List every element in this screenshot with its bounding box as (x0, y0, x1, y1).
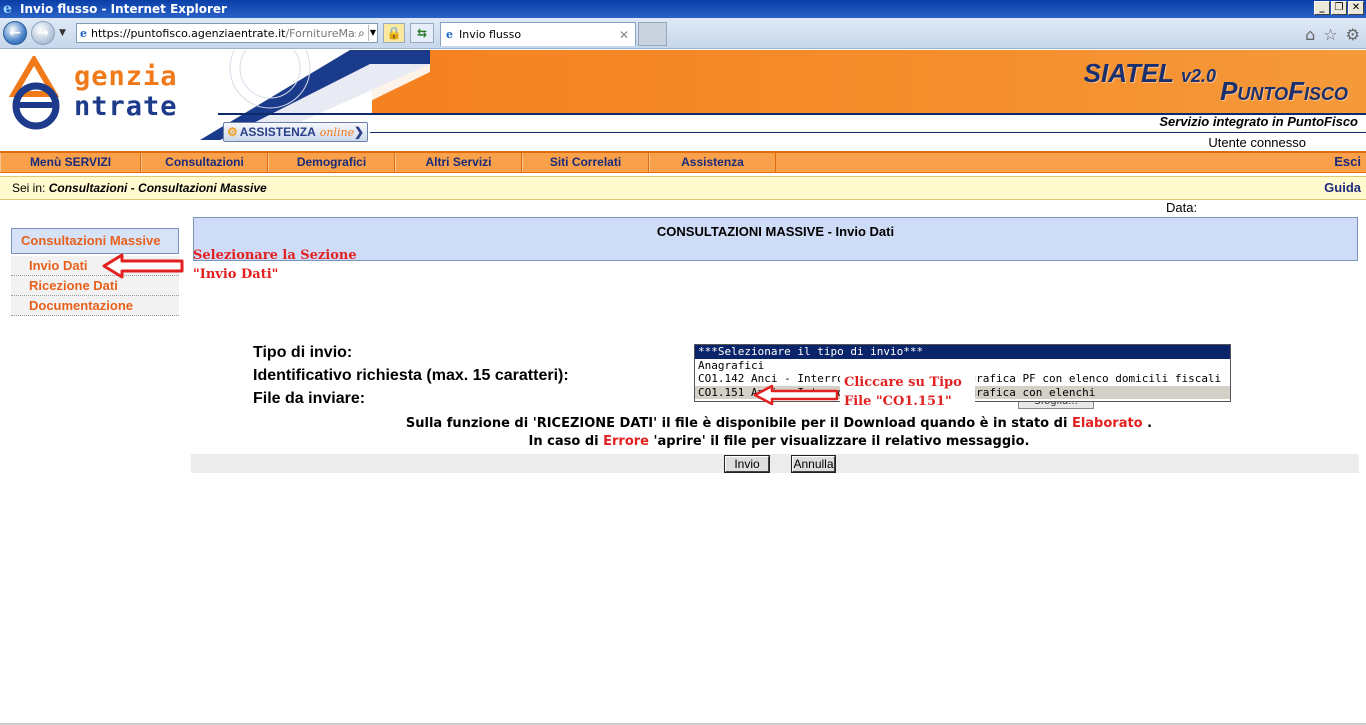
menu-item-siti-correlati[interactable]: Siti Correlati (522, 153, 649, 172)
url-host: puntofisco.agenziaentrate.it (130, 26, 286, 40)
note2-end: 'aprire' il file per visualizzare il rel… (653, 434, 1030, 449)
invio-button[interactable]: Invio (724, 455, 770, 473)
assistenza-online-label: online (319, 125, 355, 139)
annotation-arrow-left-icon (753, 384, 839, 406)
agenzia-entrate-logo[interactable]: genzia ntrate (0, 50, 230, 149)
browser-tab[interactable]: e Invio flusso ✕ (440, 22, 636, 46)
browser-toolbar: ← → ▼ e https:// puntofisco.agenziaentra… (0, 18, 1366, 49)
main-menu: Menù SERVIZI Consultazioni Demografici A… (0, 151, 1366, 173)
assistenza-online-button[interactable]: ⚙ ASSISTENZA online ❯ (223, 122, 368, 142)
window-controls: _ ❐ ✕ (1314, 1, 1364, 15)
note1-end: . (1147, 416, 1153, 431)
sidebar-title[interactable]: Consultazioni Massive (11, 228, 179, 254)
address-dropdown-icon[interactable]: ▼ (367, 25, 377, 41)
favorites-star-icon[interactable]: ☆ (1323, 25, 1337, 44)
annotation-section-line1: Selezionare la Sezione (193, 248, 357, 263)
sidebar-item-documentazione[interactable]: Documentazione (11, 296, 179, 316)
note1-text: Sulla funzione di 'RICEZIONE DATI' il fi… (405, 416, 1068, 431)
search-icon[interactable]: ⌕ (358, 26, 365, 41)
note2-status: Errore (603, 434, 650, 449)
site-header: genzia ntrate SIATEL v2.0 PuntoFisco Ser… (0, 50, 1366, 150)
window-title: Invio flusso - Internet Explorer (20, 2, 227, 16)
ie-logo-icon: e (3, 1, 12, 17)
menu-item-servizi[interactable]: Menù SERVIZI (0, 153, 141, 172)
refresh-button[interactable]: ⇆ (410, 23, 434, 43)
product-subtitle: PuntoFisco (1220, 76, 1348, 106)
page-favicon-icon: e (80, 26, 87, 40)
breadcrumb-path: Consultazioni - Consultazioni Massive (48, 181, 267, 195)
chevron-right-icon: ❯ (353, 125, 364, 139)
url-scheme: https:// (91, 26, 131, 40)
product-version: v2.0 (1180, 66, 1216, 86)
help-link[interactable]: Guida (1324, 177, 1361, 199)
logo-text-line1: genzia (74, 61, 178, 92)
annulla-button[interactable]: Annulla (791, 455, 836, 473)
form-actions (191, 454, 1359, 473)
window-titlebar: e Invio flusso - Internet Explorer _ ❐ ✕ (0, 0, 1366, 18)
browser-tools: ⌂ ☆ ⚙ (1305, 25, 1360, 44)
menu-item-demografici[interactable]: Demografici (268, 153, 395, 172)
service-tagline: Servizio integrato in PuntoFisco (1159, 114, 1358, 129)
breadcrumb-prefix: Sei in: (12, 181, 46, 195)
error-note: In caso di Errore 'aprire' il file per v… (0, 434, 1366, 449)
assistenza-label: ASSISTENZA (239, 125, 316, 139)
new-tab-button[interactable] (638, 22, 667, 46)
tipo-invio-label: Tipo di invio: (253, 344, 353, 361)
dropdown-option[interactable]: Anagrafici (695, 359, 1230, 373)
product-title: SIATEL (1083, 58, 1174, 88)
header-divider-2 (370, 132, 1366, 133)
menu-item-consultazioni[interactable]: Consultazioni (141, 153, 268, 172)
annotation-tipo-line2: File "CO1.151" (844, 394, 952, 409)
menu-item-altri-servizi[interactable]: Altri Servizi (395, 153, 522, 172)
forward-button[interactable]: → (31, 21, 55, 45)
date-label: Data: (1166, 200, 1198, 215)
tab-favicon-icon: e (446, 28, 453, 41)
connected-user-label: Utente connesso (1208, 135, 1306, 150)
restore-button[interactable]: ❐ (1331, 1, 1347, 15)
back-button[interactable]: ← (3, 21, 27, 45)
annotation-select-section: Selezionare la Sezione "Invio Dati" (193, 246, 357, 284)
history-dropdown-icon[interactable]: ▼ (59, 28, 66, 38)
address-bar[interactable]: e https:// puntofisco.agenziaentrate.it … (76, 23, 378, 43)
gear-icon: ⚙ (227, 125, 238, 139)
logo-mark-icon (8, 56, 60, 130)
header-orange-band (372, 50, 1366, 113)
logo-text-line2: ntrate (74, 91, 178, 122)
tab-title: Invio flusso (459, 28, 522, 41)
menu-item-assistenza[interactable]: Assistenza (649, 153, 776, 172)
lock-icon[interactable]: 🔒 (383, 23, 405, 43)
url-path: /FornitureMass (285, 26, 356, 40)
annotation-click-tipo: Cliccare su Tipo File "CO1.151" (844, 373, 962, 411)
breadcrumb: Sei in: Consultazioni - Consultazioni Ma… (0, 176, 1366, 200)
identificativo-label: Identificativo richiesta (max. 15 caratt… (253, 367, 569, 384)
dropdown-option[interactable]: ***Selezionare il tipo di invio*** (695, 345, 1230, 359)
annotation-arrow-left-icon (102, 253, 184, 279)
tab-close-icon[interactable]: ✕ (619, 28, 629, 42)
product-name: SIATEL v2.0 (1084, 58, 1216, 89)
file-label: File da inviare: (253, 390, 366, 407)
note2-text: In caso di (528, 434, 599, 449)
page-title: CONSULTAZIONI MASSIVE - Invio Dati (193, 217, 1358, 261)
annotation-section-line2: "Invio Dati" (193, 267, 279, 282)
download-note: Sulla funzione di 'RICEZIONE DATI' il fi… (0, 416, 1366, 431)
close-window-button[interactable]: ✕ (1348, 1, 1364, 15)
logout-link[interactable]: Esci (1334, 154, 1361, 169)
minimize-button[interactable]: _ (1314, 1, 1330, 15)
home-icon[interactable]: ⌂ (1305, 25, 1315, 44)
note1-status: Elaborato (1071, 416, 1143, 431)
settings-gear-icon[interactable]: ⚙ (1346, 25, 1360, 44)
annotation-tipo-line1: Cliccare su Tipo (844, 375, 962, 390)
